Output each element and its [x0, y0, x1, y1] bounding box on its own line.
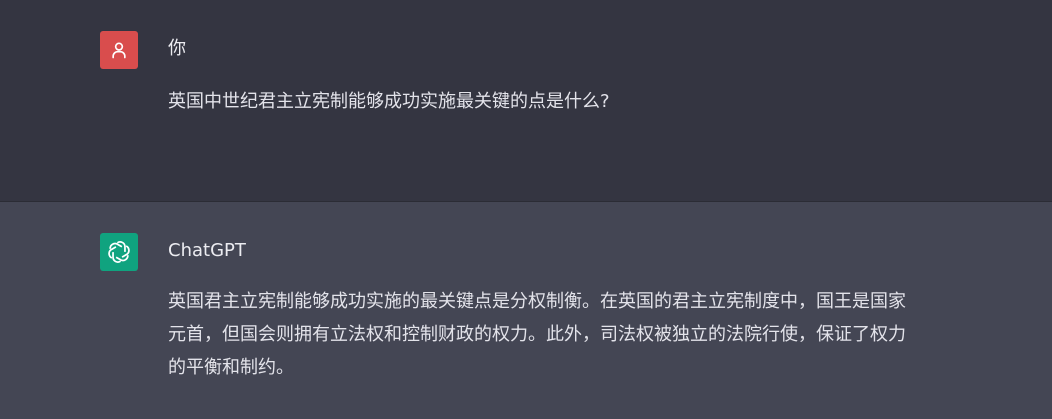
user-message: 你 英国中世纪君主立宪制能够成功实施最关键的点是什么? [0, 0, 1052, 202]
message-author: ChatGPT [168, 240, 246, 261]
chat-thread: 你 英国中世纪君主立宪制能够成功实施最关键的点是什么? ChatGPT 英国君主… [0, 0, 1052, 419]
user-icon [109, 40, 129, 60]
assistant-avatar [100, 233, 138, 271]
message-author: 你 [168, 38, 186, 59]
openai-logo-icon [106, 239, 132, 265]
user-avatar [100, 31, 138, 69]
message-text: 英国中世纪君主立宪制能够成功实施最关键的点是什么? [168, 91, 610, 112]
assistant-message: ChatGPT 英国君主立宪制能够成功实施的最关键点是分权制衡。在英国的君主立宪… [0, 202, 1052, 419]
message-text: 英国君主立宪制能够成功实施的最关键点是分权制衡。在英国的君主立宪制度中，国王是国… [168, 291, 906, 378]
